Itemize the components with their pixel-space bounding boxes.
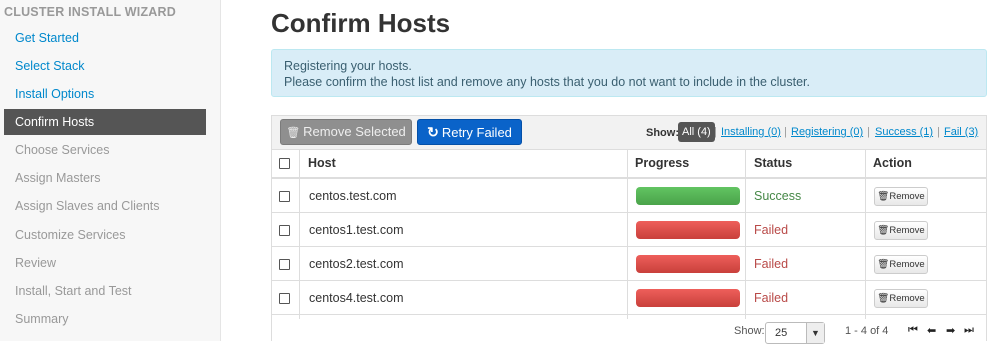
- row-checkbox[interactable]: [279, 225, 290, 236]
- retry-failed-button[interactable]: ↻ Retry Failed: [417, 119, 522, 145]
- row-checkbox[interactable]: [279, 191, 290, 202]
- table-row: centos1.test.com Failed 🗑Remove: [272, 213, 986, 247]
- status-text[interactable]: Failed: [754, 213, 788, 247]
- remove-host-button[interactable]: 🗑Remove: [874, 255, 928, 274]
- filter-separator: |: [784, 126, 787, 138]
- select-all-checkbox[interactable]: [279, 158, 290, 169]
- remove-host-button[interactable]: 🗑Remove: [874, 187, 928, 206]
- first-page-icon[interactable]: ⏮: [908, 324, 918, 337]
- page-title: Confirm Hosts: [271, 8, 451, 38]
- filter-separator: |: [867, 126, 870, 138]
- chevron-down-icon: ▼: [806, 323, 824, 343]
- column-header-action: Action: [873, 156, 912, 170]
- trash-icon: 🗑: [877, 259, 890, 270]
- page-size-value: 25: [775, 327, 788, 339]
- previous-page-icon[interactable]: ⬅: [927, 324, 936, 337]
- retry-failed-label: Retry Failed: [441, 125, 512, 140]
- hosts-table: 🗑 Remove Selected ↻ Retry Failed Show: All…: [271, 115, 987, 344]
- sidebar-item-summary: Summary: [15, 312, 69, 326]
- remove-selected-label: Remove Selected: [303, 124, 406, 139]
- filter-separator: |: [937, 126, 940, 138]
- remove-label: Remove: [889, 293, 925, 304]
- filter-installing[interactable]: Installing (0): [721, 126, 781, 138]
- progress-bar: [636, 255, 740, 273]
- column-header-host[interactable]: Host: [308, 149, 336, 177]
- remove-host-button[interactable]: 🗑Remove: [874, 221, 928, 240]
- filter-show-label: Show:: [646, 127, 679, 139]
- trash-icon: 🗑: [877, 225, 890, 236]
- sidebar-title: CLUSTER INSTALL WIZARD: [4, 5, 176, 19]
- table-toolbar: 🗑 Remove Selected ↻ Retry Failed Show: All…: [272, 116, 986, 150]
- column-header-progress[interactable]: Progress: [635, 149, 689, 177]
- trash-icon: 🗑: [877, 293, 890, 304]
- progress-bar: [636, 221, 740, 239]
- refresh-icon: ↻: [427, 124, 439, 140]
- table-row: centos2.test.com Failed 🗑Remove: [272, 247, 986, 281]
- host-name: centos.test.com: [309, 189, 397, 203]
- page-size-label: Show:: [734, 325, 765, 337]
- host-name: centos4.test.com: [309, 291, 404, 305]
- filter-success[interactable]: Success (1): [875, 126, 933, 138]
- remove-selected-button[interactable]: 🗑 Remove Selected: [280, 119, 412, 145]
- sidebar-item-assign-slaves: Assign Slaves and Clients: [15, 199, 160, 213]
- row-checkbox[interactable]: [279, 259, 290, 270]
- filter-fail[interactable]: Fail (3): [944, 126, 978, 138]
- table-header: Host Progress Status Action: [272, 149, 986, 179]
- sidebar-item-get-started[interactable]: Get Started: [4, 25, 206, 51]
- sidebar-item-install-start-test: Install, Start and Test: [15, 284, 132, 298]
- status-text[interactable]: Failed: [754, 281, 788, 315]
- sidebar-item-customize-services: Customize Services: [15, 228, 126, 242]
- filter-registering[interactable]: Registering (0): [791, 126, 863, 138]
- remove-label: Remove: [889, 259, 925, 270]
- sidebar-item-choose-services: Choose Services: [15, 143, 110, 157]
- sidebar-item-confirm-hosts[interactable]: Confirm Hosts: [4, 109, 206, 135]
- table-row: centos.test.com Success 🗑Remove: [272, 179, 986, 213]
- progress-bar: [636, 187, 740, 205]
- pagination-range: 1 - 4 of 4: [845, 325, 889, 337]
- sidebar-item-install-options[interactable]: Install Options: [4, 81, 206, 107]
- alert-line-1: Registering your hosts.: [284, 59, 412, 73]
- row-checkbox[interactable]: [279, 293, 290, 304]
- filter-all[interactable]: All (4): [678, 122, 715, 142]
- next-page-icon[interactable]: ➡: [946, 324, 955, 337]
- wizard-sidebar: CLUSTER INSTALL WIZARD Get Started Selec…: [0, 0, 221, 341]
- sidebar-item-assign-masters: Assign Masters: [15, 171, 101, 185]
- alert-line-2: Please confirm the host list and remove …: [284, 75, 810, 89]
- trash-icon: 🗑: [877, 191, 890, 202]
- sidebar-item-select-stack[interactable]: Select Stack: [4, 53, 206, 79]
- trash-icon: 🗑: [286, 127, 301, 139]
- remove-label: Remove: [889, 225, 925, 236]
- info-alert: Registering your hosts. Please confirm t…: [271, 49, 987, 97]
- progress-bar: [636, 289, 740, 307]
- table-row: centos4.test.com Failed 🗑Remove: [272, 281, 986, 315]
- sidebar-item-review: Review: [15, 256, 56, 270]
- remove-label: Remove: [889, 191, 925, 202]
- table-footer: Show: 25 ▼ 1 - 4 of 4 ⏮ ⬅ ➡ ⏭: [272, 319, 986, 344]
- status-text[interactable]: Failed: [754, 247, 788, 281]
- remove-host-button[interactable]: 🗑Remove: [874, 289, 928, 308]
- filter-separator: |: [714, 126, 717, 138]
- host-name: centos2.test.com: [309, 257, 404, 271]
- column-header-status[interactable]: Status: [754, 149, 792, 177]
- last-page-icon[interactable]: ⏭: [964, 324, 974, 337]
- host-name: centos1.test.com: [309, 223, 404, 237]
- status-text[interactable]: Success: [754, 179, 801, 213]
